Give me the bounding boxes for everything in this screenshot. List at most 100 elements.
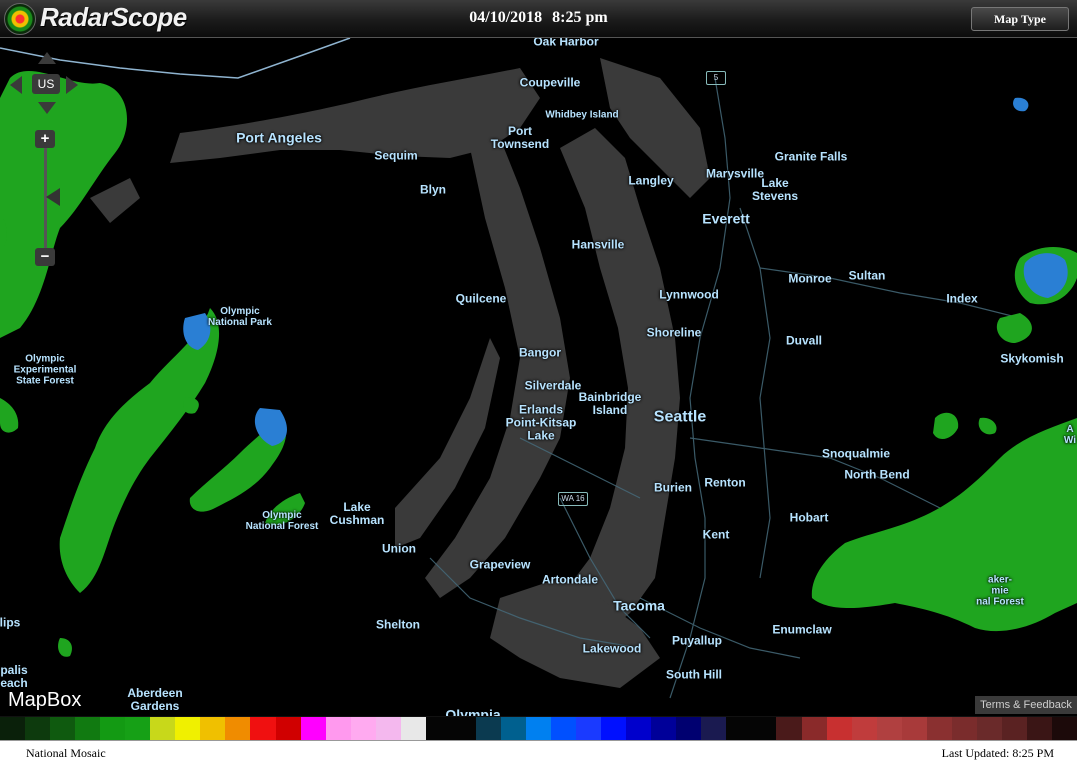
color-scale-swatch bbox=[776, 717, 802, 741]
place-label: South Hill bbox=[666, 667, 722, 682]
place-label: Monroe bbox=[788, 271, 832, 286]
color-scale-swatch bbox=[751, 717, 777, 741]
place-label: Oak Harbor bbox=[533, 38, 599, 49]
color-scale-swatch bbox=[125, 717, 151, 741]
place-label: Lake Stevens bbox=[751, 176, 799, 203]
color-scale-swatch bbox=[1026, 717, 1052, 741]
data-source-label: National Mosaic bbox=[26, 746, 106, 760]
place-label: Burien bbox=[653, 480, 693, 495]
color-scale-swatch bbox=[801, 717, 827, 741]
zoom-out-button[interactable]: − bbox=[35, 248, 55, 266]
radar-date: 04/10/2018 bbox=[469, 9, 543, 26]
top-toolbar: RadarScope 04/10/2018 8:25 pm Map Type bbox=[0, 0, 1077, 38]
place-label: Renton bbox=[704, 475, 746, 490]
pan-down-arrow-icon[interactable] bbox=[38, 102, 56, 114]
color-scale-swatch bbox=[375, 717, 401, 741]
color-scale-swatch bbox=[551, 717, 577, 741]
zoom-slider-handle[interactable] bbox=[46, 188, 60, 206]
place-label: Granite Falls bbox=[774, 149, 848, 164]
place-label: Lake Cushman bbox=[329, 500, 385, 527]
color-scale-swatch bbox=[450, 717, 476, 741]
color-scale-swatch bbox=[726, 717, 752, 741]
color-scale-swatch bbox=[951, 717, 977, 741]
last-updated-label: Last Updated: 8:25 PM bbox=[941, 746, 1054, 760]
color-scale-swatch bbox=[0, 717, 26, 741]
place-label: lips bbox=[0, 615, 21, 630]
color-scale-swatch bbox=[626, 717, 652, 741]
color-scale-swatch bbox=[250, 717, 276, 741]
place-label: Coupeville bbox=[519, 75, 581, 90]
color-scale-swatch bbox=[25, 717, 51, 741]
color-scale-swatch bbox=[425, 717, 451, 741]
place-label: Artondale bbox=[541, 572, 599, 587]
mapbox-attribution: MapBox bbox=[8, 689, 82, 711]
place-label: Bangor bbox=[519, 345, 561, 360]
place-label: Sequim bbox=[374, 148, 418, 163]
place-label: Duvall bbox=[785, 333, 823, 348]
place-label: Everett bbox=[702, 210, 750, 227]
status-footer: National Mosaic Last Updated: 8:25 PM bbox=[0, 740, 1077, 765]
color-scale-swatch bbox=[500, 717, 526, 741]
pan-left-arrow-icon[interactable] bbox=[10, 76, 22, 94]
color-scale-swatch bbox=[325, 717, 351, 741]
place-label: Erlands Point-Kitsap Lake bbox=[505, 402, 577, 443]
radar-time: 8:25 pm bbox=[552, 9, 608, 26]
color-scale-swatch bbox=[175, 717, 201, 741]
color-scale-swatch bbox=[525, 717, 552, 741]
place-label: Snoqualmie bbox=[821, 446, 891, 461]
place-label: Tacoma bbox=[613, 597, 665, 614]
zoom-in-button[interactable]: + bbox=[35, 130, 55, 148]
color-scale-swatch bbox=[826, 717, 852, 741]
color-scale-swatch bbox=[300, 717, 326, 741]
color-scale-swatch bbox=[926, 717, 952, 741]
place-label: Seattle bbox=[653, 408, 707, 426]
place-label: Bainbridge Island bbox=[578, 390, 642, 417]
color-scale-swatch bbox=[275, 717, 301, 741]
place-label: Olympia bbox=[445, 706, 501, 717]
place-label: A Wi bbox=[1063, 424, 1077, 446]
place-label: Quilcene bbox=[455, 291, 507, 306]
place-label: Blyn bbox=[419, 182, 447, 197]
color-scale-swatch bbox=[876, 717, 902, 741]
color-scale-swatch bbox=[400, 717, 426, 741]
pan-up-arrow-icon[interactable] bbox=[38, 52, 56, 64]
place-label: Port Townsend bbox=[490, 124, 550, 151]
place-label: Aberdeen Gardens bbox=[127, 686, 183, 713]
place-label: Whidbey Island bbox=[545, 109, 619, 121]
place-label: Olympic National Forest bbox=[245, 510, 319, 532]
place-label: Hansville bbox=[571, 237, 625, 252]
color-scale-swatch bbox=[976, 717, 1002, 741]
color-scale-swatch bbox=[200, 717, 226, 741]
wa16-shield: WA 16 bbox=[558, 492, 588, 506]
place-label: Enumclaw bbox=[772, 622, 832, 637]
color-scale-swatch bbox=[100, 717, 126, 741]
radar-timestamp: 04/10/2018 8:25 pm bbox=[0, 9, 1077, 27]
color-scale-swatch bbox=[475, 717, 501, 741]
color-scale-swatch bbox=[1001, 717, 1027, 741]
place-label: Grapeview bbox=[469, 557, 531, 572]
color-scale-swatch bbox=[75, 717, 101, 741]
place-label: aker- mie nal Forest bbox=[976, 574, 1024, 608]
place-label: Sultan bbox=[848, 268, 886, 283]
terms-feedback-link[interactable]: Terms & Feedback bbox=[975, 696, 1077, 714]
place-label: Shoreline bbox=[646, 325, 702, 340]
place-label: Silverdale bbox=[524, 378, 582, 393]
place-label: Lakewood bbox=[582, 641, 642, 656]
i5-shield: 5 bbox=[706, 71, 726, 85]
place-label: Langley bbox=[628, 173, 674, 188]
color-scale-swatch bbox=[676, 717, 702, 741]
pan-right-arrow-icon[interactable] bbox=[66, 76, 78, 94]
color-scale-swatch bbox=[1051, 717, 1077, 741]
radar-map[interactable]: 5 WA 16 Oak Harbor Coupeville Whidbey Isla… bbox=[0, 38, 1077, 716]
map-type-button[interactable]: Map Type bbox=[971, 7, 1069, 31]
color-scale-swatch bbox=[901, 717, 927, 741]
color-scale-swatch bbox=[851, 717, 877, 741]
color-scale-swatch bbox=[576, 717, 602, 741]
region-button[interactable]: US bbox=[32, 74, 60, 94]
place-label: Lynnwood bbox=[659, 287, 719, 302]
reflectivity-color-scale bbox=[0, 716, 1077, 741]
place-label: Skykomish bbox=[1000, 351, 1064, 366]
color-scale-swatch bbox=[350, 717, 376, 741]
color-scale-swatch bbox=[651, 717, 677, 741]
place-label: Olympic Experimental State Forest bbox=[13, 353, 77, 387]
